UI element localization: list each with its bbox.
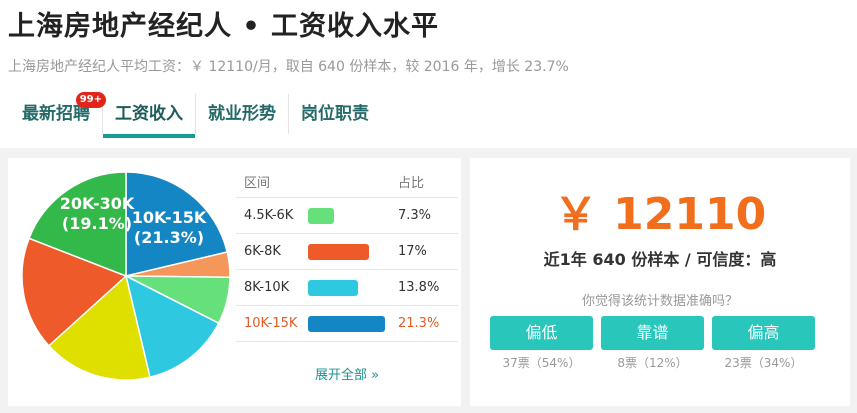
row-range: 6K-8K <box>244 244 281 259</box>
pie-label-range: 20K-30K <box>59 194 135 213</box>
share-bar <box>308 315 385 332</box>
share-bar <box>308 243 369 260</box>
distribution-table: 区间 占比 4.5K-6K 7.3% 6K-8K 17% 8K-10K 13.8% 10K-… <box>236 172 458 342</box>
header-range: 区间 <box>244 176 271 191</box>
row-range: 4.5K-6K <box>244 208 294 223</box>
vote-buttons: 偏低 靠谱 偏高 <box>490 316 815 350</box>
tab-label: 岗位职责 <box>301 104 369 124</box>
vote-high-button[interactable]: 偏高 <box>712 316 815 350</box>
vote-count-high: 23票（34%） <box>724 356 803 370</box>
tab-bar: 最新招聘 99+ 工资收入 就业形势 岗位职责 <box>10 92 381 138</box>
table-row: 6K-8K 17% <box>236 234 458 270</box>
row-percent: 21.3% <box>398 316 440 331</box>
table-header: 区间 占比 <box>236 172 458 198</box>
table-row: 8K-10K 13.8% <box>236 270 458 306</box>
share-bar <box>308 207 334 224</box>
pie-label-percent: (19.1%) <box>61 214 133 233</box>
tab-duties[interactable]: 岗位职责 <box>289 94 381 134</box>
tab-salary[interactable]: 工资收入 <box>103 94 196 138</box>
vote-count-accurate: 8票（12%） <box>617 356 688 370</box>
row-range: 8K-10K <box>244 280 290 295</box>
header-percent: 占比 <box>398 176 425 191</box>
tab-label: 就业形势 <box>208 104 276 124</box>
average-salary: ￥ 12110 <box>553 189 767 240</box>
share-bar <box>308 279 358 296</box>
vote-accurate-button[interactable]: 靠谱 <box>601 316 704 350</box>
vote-low-button[interactable]: 偏低 <box>490 316 593 350</box>
pie-label-20k-30k: 20K-30K (19.1%) <box>52 194 142 234</box>
page-title: 上海房地产经纪人 • 工资收入水平 <box>8 11 440 42</box>
content-area: 10K-15K (21.3%) 20K-30K (19.1%) 区间 占比 4.… <box>0 148 857 413</box>
tab-latest-jobs[interactable]: 最新招聘 99+ <box>10 92 106 134</box>
summary-panel: ￥ 12110 近1年 640 份样本 / 可信度：高 你觉得该统计数据准确吗？… <box>470 158 850 406</box>
accuracy-question: 你觉得该统计数据准确吗？ <box>581 294 738 309</box>
expand-all-link[interactable]: 展开全部 » <box>236 364 458 383</box>
row-percent: 17% <box>398 244 427 259</box>
row-range: 10K-15K <box>244 316 298 331</box>
sample-info: 近1年 640 份样本 / 可信度：高 <box>543 250 777 269</box>
count-badge: 99+ <box>75 92 106 108</box>
row-percent: 7.3% <box>398 208 432 223</box>
vote-counts: 37票（54%） 8票（12%） 23票（34%） <box>490 354 815 371</box>
distribution-panel: 10K-15K (21.3%) 20K-30K (19.1%) 区间 占比 4.… <box>8 158 461 406</box>
row-percent: 13.8% <box>398 280 440 295</box>
page-subtitle: 上海房地产经纪人平均工资：￥ 12110/月，取自 640 份样本，较 2016… <box>8 59 569 75</box>
vote-count-low: 37票（54%） <box>502 356 581 370</box>
tab-employment[interactable]: 就业形势 <box>196 94 289 134</box>
table-row: 4.5K-6K 7.3% <box>236 198 458 234</box>
table-row: 10K-15K 21.3% <box>236 306 458 342</box>
tab-label: 工资收入 <box>115 104 183 124</box>
